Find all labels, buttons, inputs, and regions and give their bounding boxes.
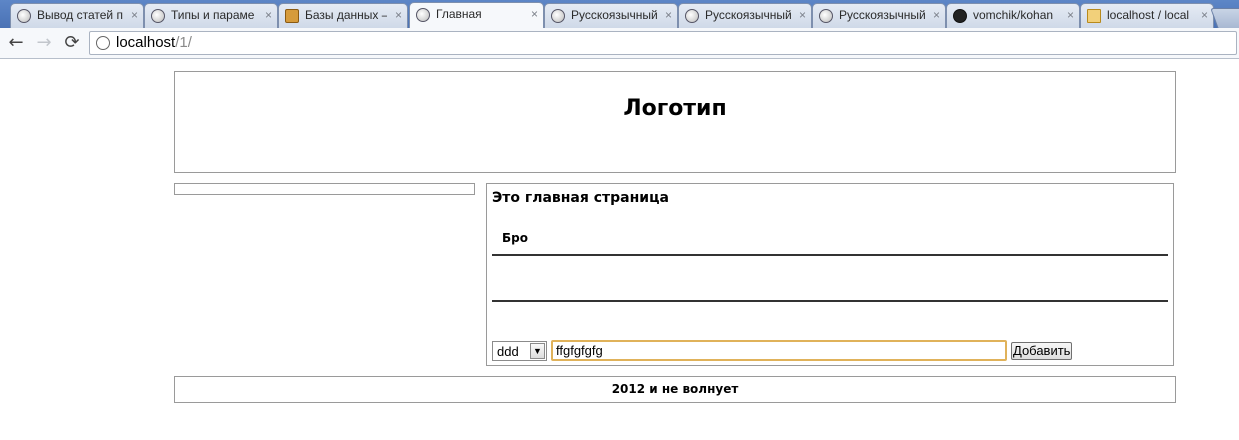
tab-8[interactable]: vomchik/kohan × xyxy=(946,3,1080,28)
globe-icon xyxy=(416,8,430,22)
tab-label: localhost / local xyxy=(1107,8,1190,22)
page-footer: 2012 и не волнует xyxy=(174,376,1176,403)
globe-icon xyxy=(819,9,833,23)
tab-7[interactable]: Русскоязычный × xyxy=(812,3,946,28)
globe-icon xyxy=(551,9,565,23)
tab-6[interactable]: Русскоязычный × xyxy=(678,3,812,28)
globe-icon xyxy=(151,9,165,23)
close-icon[interactable]: × xyxy=(933,8,940,22)
close-icon[interactable]: × xyxy=(665,8,672,22)
page-header: Логотип xyxy=(174,71,1176,173)
tab-9[interactable]: localhost / local × xyxy=(1080,3,1214,28)
tab-label: Вывод статей п xyxy=(37,8,123,22)
page-title: Это главная страница xyxy=(492,190,669,206)
close-icon[interactable]: × xyxy=(395,8,402,22)
select-value: ddd xyxy=(497,344,519,359)
url-path: /1/ xyxy=(175,34,192,51)
close-icon[interactable]: × xyxy=(799,8,806,22)
url-host: localhost xyxy=(116,34,176,51)
add-button[interactable]: Добавить xyxy=(1011,342,1073,360)
tab-label: Русскоязычный xyxy=(571,8,657,22)
main-content: Это главная страница Бро ddd ▼ ffgfgfgfg… xyxy=(486,183,1174,366)
close-icon[interactable]: × xyxy=(531,7,538,21)
category-select[interactable]: ddd ▼ xyxy=(492,341,547,361)
chevron-down-icon[interactable]: ▼ xyxy=(530,343,545,359)
back-arrow-icon[interactable]: ← xyxy=(5,32,27,54)
browser-toolbar: ← → ⟳ localhost/1/ xyxy=(0,28,1239,59)
tab-3[interactable]: Базы данных — × xyxy=(278,3,408,28)
sidebar xyxy=(174,183,475,195)
tab-label: Русскоязычный xyxy=(705,8,791,22)
new-tab-button[interactable] xyxy=(1210,8,1239,28)
close-icon[interactable]: × xyxy=(1067,8,1074,22)
tab-strip: Вывод статей п × Типы и параме × Базы да… xyxy=(0,0,1239,28)
tab-5[interactable]: Русскоязычный × xyxy=(544,3,678,28)
close-icon[interactable]: × xyxy=(131,8,138,22)
tab-label: Типы и параме xyxy=(171,8,255,22)
globe-icon xyxy=(685,9,699,23)
tab-label: Русскоязычный xyxy=(839,8,925,22)
close-icon[interactable]: × xyxy=(265,8,272,22)
divider xyxy=(492,300,1168,302)
tab-label: Базы данных — xyxy=(305,8,387,22)
address-bar[interactable]: localhost/1/ xyxy=(89,31,1237,55)
tab-label: vomchik/kohan xyxy=(973,8,1054,22)
footer-text: 2012 и не волнует xyxy=(611,382,739,396)
list-item-label: Бро xyxy=(502,231,528,245)
forward-arrow-icon[interactable]: → xyxy=(33,32,55,54)
divider xyxy=(492,254,1168,256)
tab-2[interactable]: Типы и параме × xyxy=(144,3,278,28)
globe-icon xyxy=(17,9,31,23)
database-icon xyxy=(285,9,299,23)
globe-icon xyxy=(96,36,110,50)
tab-label: Главная xyxy=(436,7,482,21)
close-icon[interactable]: × xyxy=(1201,8,1208,22)
logo-text: Логотип xyxy=(623,96,727,121)
url-text[interactable]: localhost/1/ xyxy=(116,34,192,51)
github-icon xyxy=(953,9,967,23)
tab-1[interactable]: Вывод статей п × xyxy=(10,3,144,28)
phpmyadmin-icon xyxy=(1087,9,1101,23)
text-input[interactable]: ffgfgfgfg xyxy=(551,340,1007,361)
reload-icon[interactable]: ⟳ xyxy=(61,32,83,54)
tab-4-active[interactable]: Главная × xyxy=(409,2,544,28)
